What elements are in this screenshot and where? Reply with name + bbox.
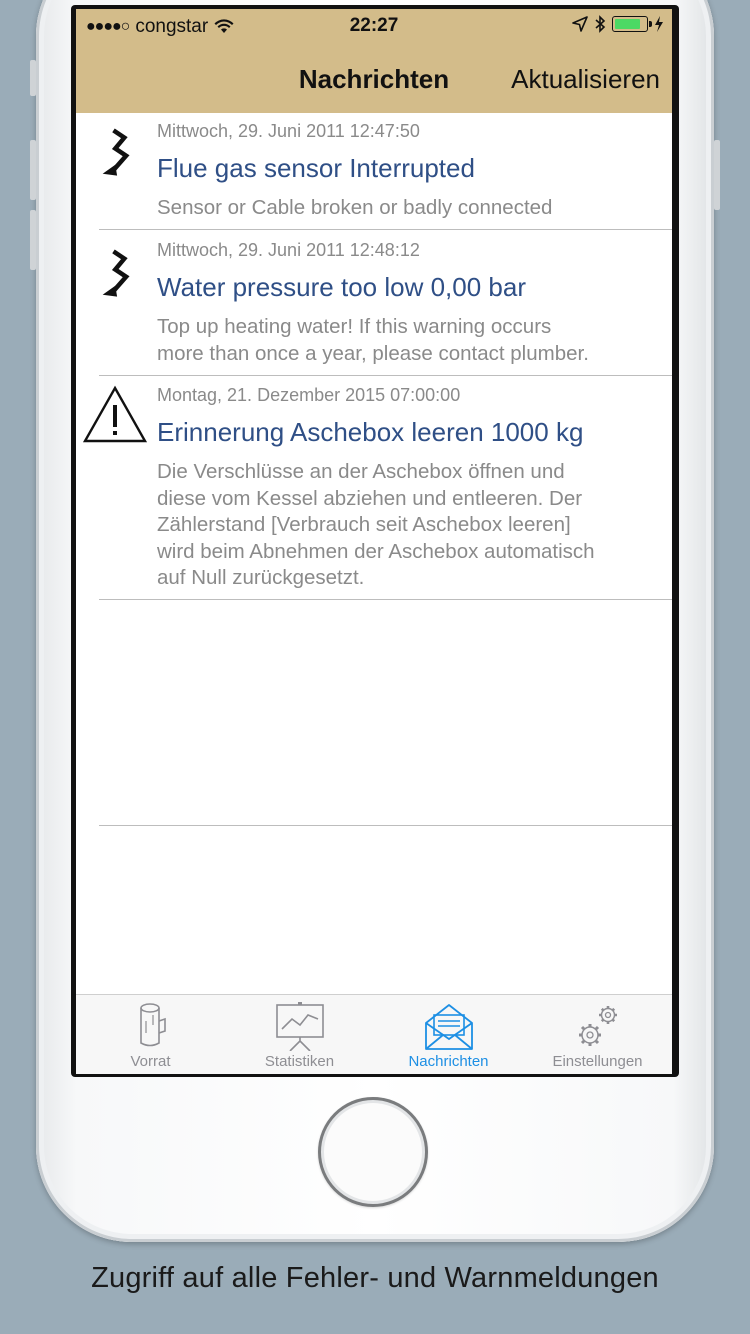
message-body: Top up heating water! If this warning oc… — [157, 314, 662, 367]
status-bar: ●●●●○ congstar 22:27 — [76, 9, 672, 45]
message-date: Mittwoch, 29. Juni 2011 12:48:12 — [157, 240, 420, 260]
message-body-line: auf Null zurückgesetzt. — [157, 566, 365, 589]
message-body: Die Verschlüsse an der Aschebox öffnen u… — [157, 459, 662, 592]
bluetooth-icon — [595, 15, 606, 33]
caption: Zugriff auf alle Fehler- und Warnmeldung… — [91, 1262, 659, 1294]
divider — [99, 599, 672, 600]
tab-label: Statistiken — [264, 1053, 335, 1070]
list-item[interactable]: Montag, 21. Dezember 2015 07:00:00 Erinn… — [76, 375, 672, 600]
chart-easel-icon — [275, 1002, 324, 1051]
message-date: Mittwoch, 29. Juni 2011 12:47:50 — [157, 121, 420, 141]
message-title: Water pressure too low 0,00 bar — [157, 272, 526, 302]
message-body-line: Sensor or Cable broken or badly connecte… — [157, 196, 553, 219]
warning-triangle-icon — [82, 385, 148, 443]
location-arrow-icon — [572, 16, 588, 32]
tab-einstellungen[interactable]: Einstellungen — [523, 995, 672, 1074]
message-title: Erinnerung Aschebox leeren 1000 kg — [157, 417, 584, 447]
divider — [99, 825, 672, 826]
tab-bar: Vorrat Statistiken Nachrichten Einstellu… — [76, 994, 672, 1074]
tab-statistiken[interactable]: Statistiken — [225, 995, 374, 1074]
message-title: Flue gas sensor Interrupted — [157, 153, 475, 183]
message-body-line: Zählerstand [Verbrauch seit Aschebox lee… — [157, 513, 571, 536]
navigation-bar: Nachrichten Aktualisieren — [76, 45, 672, 113]
tab-label: Vorrat — [130, 1053, 171, 1070]
gears-icon — [578, 1006, 617, 1046]
app-display: ●●●●○ congstar 22:27 Nachrichten Aktuali… — [76, 9, 672, 1074]
log-icon — [139, 1003, 166, 1047]
volume-down-button — [30, 210, 36, 270]
message-body-line: Top up heating water! If this warning oc… — [157, 315, 552, 338]
message-body-line: diese vom Kessel abziehen und entleeren.… — [157, 486, 583, 510]
refresh-button[interactable]: Aktualisieren — [511, 64, 660, 95]
list-item[interactable]: Mittwoch, 29. Juni 2011 12:47:50 Flue ga… — [76, 113, 672, 230]
status-right — [572, 15, 664, 33]
tab-nachrichten[interactable]: Nachrichten — [374, 995, 523, 1074]
home-button[interactable] — [318, 1097, 428, 1207]
charging-bolt-icon — [655, 16, 663, 32]
message-body-line: Die Verschlüsse an der Aschebox öffnen u… — [157, 460, 565, 483]
lightning-icon — [102, 249, 130, 297]
volume-up-button — [30, 140, 36, 200]
tab-label: Einstellungen — [552, 1053, 643, 1070]
message-date: Montag, 21. Dezember 2015 07:00:00 — [157, 385, 461, 405]
lightning-icon — [102, 128, 130, 176]
battery-icon — [612, 16, 652, 32]
message-body-line: more than once a year, please contact pl… — [157, 341, 589, 365]
power-button — [714, 140, 720, 210]
tab-vorrat[interactable]: Vorrat — [76, 995, 225, 1074]
envelope-icon — [424, 1004, 473, 1050]
message-body: Sensor or Cable broken or badly connecte… — [157, 195, 662, 222]
tab-label: Nachrichten — [408, 1053, 489, 1070]
mute-switch — [30, 60, 36, 96]
list-item[interactable]: Mittwoch, 29. Juni 2011 12:48:12 Water p… — [76, 230, 672, 376]
message-body-line: wird beim Abnehmen der Aschebox automati… — [157, 539, 595, 563]
